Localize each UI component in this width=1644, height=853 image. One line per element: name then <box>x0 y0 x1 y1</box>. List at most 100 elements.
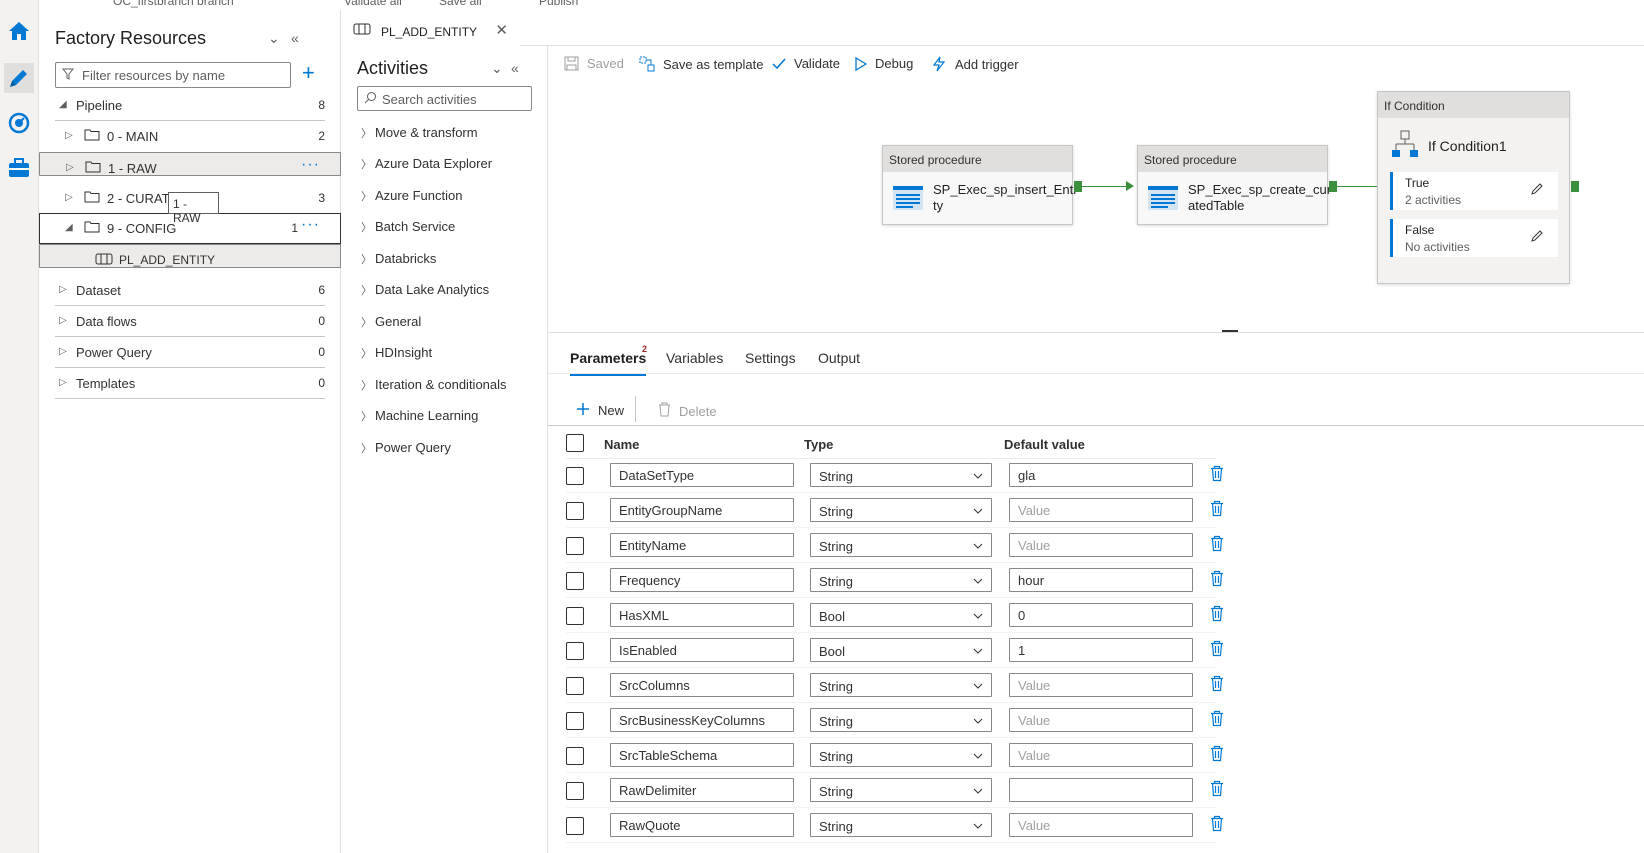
activity-group[interactable]: 〉 Power Query <box>361 440 451 456</box>
parameter-name-input[interactable]: EntityName <box>610 533 794 557</box>
collapse-panel-icon[interactable]: « <box>291 30 299 46</box>
validate-all-button[interactable]: Validate all <box>344 0 402 8</box>
trash-icon[interactable] <box>1210 535 1226 553</box>
add-resource-button[interactable]: + <box>302 60 315 86</box>
trash-icon[interactable] <box>1210 465 1226 483</box>
false-branch[interactable]: False No activities <box>1390 219 1558 257</box>
parameter-type-select[interactable]: String <box>810 673 992 697</box>
row-checkbox[interactable] <box>566 642 584 660</box>
if-condition-node[interactable]: If Condition If Condition1 True 2 activi… <box>1377 91 1570 284</box>
collapse-panel-icon[interactable]: « <box>511 60 519 76</box>
parameter-name-input[interactable]: RawQuote <box>610 813 794 837</box>
parameter-default-input[interactable]: Value <box>1009 498 1193 522</box>
save-all-button[interactable]: Save all <box>439 0 482 8</box>
parameter-name-input[interactable]: IsEnabled <box>610 638 794 662</box>
tab-output[interactable]: Output <box>818 350 860 366</box>
output-port[interactable] <box>1571 181 1579 192</box>
row-checkbox[interactable] <box>566 782 584 800</box>
new-parameter-button[interactable]: New <box>576 402 624 419</box>
parameter-type-select[interactable]: String <box>810 743 992 767</box>
parameter-type-select[interactable]: Bool <box>810 638 992 662</box>
parameter-name-input[interactable]: Frequency <box>610 568 794 592</box>
debug-button[interactable]: Debug <box>855 56 913 71</box>
branch-selector[interactable]: OC_firstbranch branch <box>113 0 234 8</box>
toolbox-manage-icon[interactable] <box>4 153 34 183</box>
output-port[interactable] <box>1074 181 1082 192</box>
activity-group[interactable]: 〉 Azure Function <box>361 188 462 204</box>
parameter-default-input[interactable]: gla <box>1009 463 1193 487</box>
pipeline-canvas[interactable]: Stored procedure SP_Exec_sp_insert_Enti t… <box>548 80 1644 333</box>
parameter-type-select[interactable]: String <box>810 778 992 802</box>
more-actions-icon[interactable]: ··· <box>301 156 320 174</box>
trash-icon[interactable] <box>1210 710 1226 728</box>
activity-group[interactable]: 〉 General <box>361 314 421 330</box>
activity-group[interactable]: 〉 Azure Data Explorer <box>361 156 492 172</box>
row-checkbox[interactable] <box>566 467 584 485</box>
collapse-all-icon[interactable]: ⌄ <box>268 30 280 47</box>
more-actions-icon[interactable]: ··· <box>301 216 320 234</box>
parameter-type-select[interactable]: String <box>810 533 992 557</box>
output-port[interactable] <box>1329 181 1337 192</box>
parameter-type-select[interactable]: Bool <box>810 603 992 627</box>
trash-icon[interactable] <box>1210 640 1226 658</box>
filter-resources-input[interactable]: Filter resources by name <box>55 62 291 88</box>
trash-icon[interactable] <box>1210 570 1226 588</box>
tab-settings[interactable]: Settings <box>745 350 796 366</box>
activity-group[interactable]: 〉 Iteration & conditionals <box>361 377 507 393</box>
parameter-default-input[interactable]: hour <box>1009 568 1193 592</box>
activity-node-create-curated[interactable]: Stored procedure SP_Exec_sp_create_cur at… <box>1137 145 1331 225</box>
tree-data-flows[interactable]: ▷ Data flows 0 <box>39 306 341 337</box>
activity-group[interactable]: 〉 Move & transform <box>361 125 478 141</box>
trash-icon[interactable] <box>1210 780 1226 798</box>
activity-group[interactable]: 〉 Machine Learning <box>361 408 478 424</box>
row-checkbox[interactable] <box>566 502 584 520</box>
tree-dataset[interactable]: ▷ Dataset 6 <box>39 275 341 306</box>
tab-pipeline[interactable]: PL_ADD_ENTITY ✕ <box>341 16 520 46</box>
parameter-default-input[interactable]: 1 <box>1009 638 1193 662</box>
parameter-name-input[interactable]: SrcBusinessKeyColumns <box>610 708 794 732</box>
search-activities-input[interactable]: Search activities <box>357 86 532 111</box>
activity-group[interactable]: 〉 Databricks <box>361 251 436 267</box>
validate-button[interactable]: Validate <box>772 56 840 71</box>
pencil-edit-icon[interactable] <box>1530 229 1544 246</box>
trash-icon[interactable] <box>1210 605 1226 623</box>
parameter-type-select[interactable]: String <box>810 813 992 837</box>
pencil-edit-icon[interactable] <box>1530 182 1544 199</box>
row-checkbox[interactable] <box>566 712 584 730</box>
select-all-checkbox[interactable] <box>566 434 584 452</box>
row-checkbox[interactable] <box>566 817 584 835</box>
parameter-name-input[interactable]: DataSetType <box>610 463 794 487</box>
trash-icon[interactable] <box>1210 815 1226 833</box>
parameter-default-input[interactable]: Value <box>1009 533 1193 557</box>
parameter-name-input[interactable]: RawDelimiter <box>610 778 794 802</box>
parameter-name-input[interactable]: SrcTableSchema <box>610 743 794 767</box>
tab-variables[interactable]: Variables <box>666 350 723 366</box>
tree-power-query[interactable]: ▷ Power Query 0 <box>39 337 341 368</box>
row-checkbox[interactable] <box>566 747 584 765</box>
save-as-template-button[interactable]: Save as template <box>639 56 763 72</box>
row-checkbox[interactable] <box>566 537 584 555</box>
activity-group[interactable]: 〉 HDInsight <box>361 345 432 361</box>
panel-resize-handle[interactable] <box>1222 330 1238 332</box>
parameter-default-input[interactable]: Value <box>1009 743 1193 767</box>
parameter-default-input[interactable]: Value <box>1009 673 1193 697</box>
parameter-name-input[interactable]: SrcColumns <box>610 673 794 697</box>
activity-node-insert-entity[interactable]: Stored procedure SP_Exec_sp_insert_Enti t… <box>882 145 1076 225</box>
parameter-default-input[interactable]: Value <box>1009 708 1193 732</box>
tree-folder-raw[interactable]: ▷ 1 - RAW ··· <box>39 152 341 176</box>
parameter-type-select[interactable]: String <box>810 708 992 732</box>
tree-pipeline[interactable]: ◢ Pipeline 8 <box>39 90 341 121</box>
tab-parameters[interactable]: Parameters 2 <box>570 344 647 376</box>
close-tab-icon[interactable]: ✕ <box>495 21 508 39</box>
parameter-default-input[interactable]: 0 <box>1009 603 1193 627</box>
trash-icon[interactable] <box>1210 745 1226 763</box>
publish-button[interactable]: Publish <box>539 0 578 8</box>
parameter-default-input[interactable] <box>1009 778 1193 802</box>
activity-group[interactable]: 〉 Data Lake Analytics <box>361 282 489 298</box>
row-checkbox[interactable] <box>566 572 584 590</box>
monitor-gauge-icon[interactable] <box>4 108 34 138</box>
parameter-type-select[interactable]: String <box>810 463 992 487</box>
tree-folder-main[interactable]: ▷ 0 - MAIN 2 <box>39 121 341 152</box>
row-checkbox[interactable] <box>566 677 584 695</box>
parameter-type-select[interactable]: String <box>810 568 992 592</box>
